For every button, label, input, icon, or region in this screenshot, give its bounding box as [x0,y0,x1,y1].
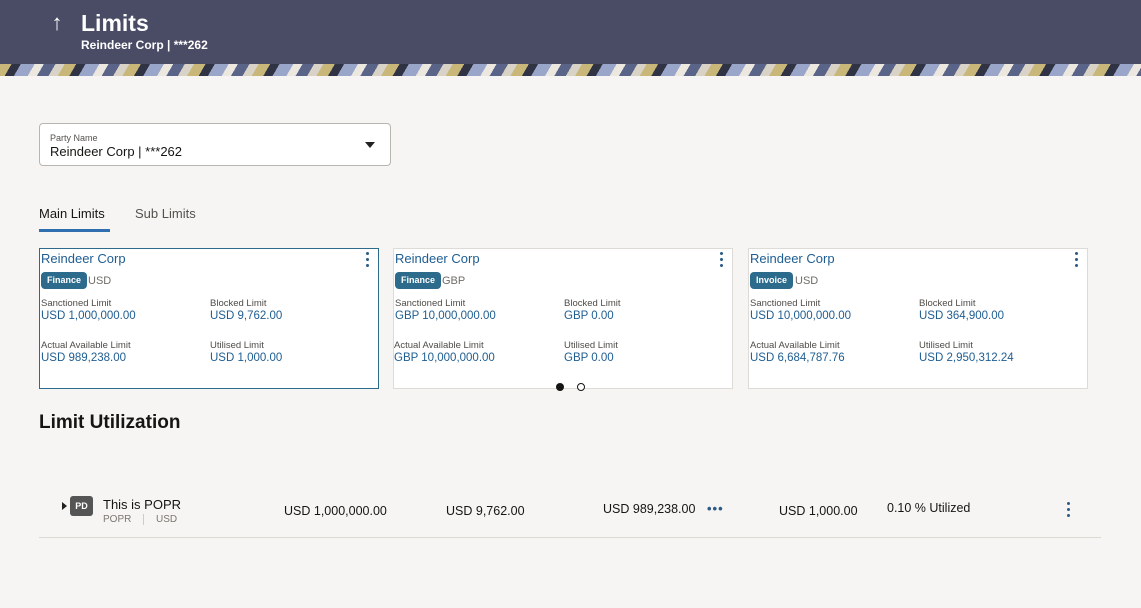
decorative-banner [0,64,1141,76]
sanctioned-limit-value: GBP 10,000,000.00 [395,310,496,322]
available-limit-label: Actual Available Limit [750,340,840,351]
carousel-dot[interactable] [577,383,585,391]
kebab-menu-icon[interactable] [363,252,371,270]
row-currency: USD [156,514,178,525]
page-subtitle: Reindeer Corp | ***262 [81,38,208,52]
card-currency: USD [88,275,112,287]
product-badge: Finance [41,272,88,289]
limit-card[interactable]: Reindeer Corp Finance GBP Sanctioned Lim… [393,248,733,389]
available-limit-label: Actual Available Limit [41,340,131,351]
expand-arrow-icon[interactable] [62,502,67,510]
sanctioned-limit-label: Sanctioned Limit [41,298,112,309]
utilised-limit-label: Utilised Limit [919,340,973,351]
tab-main-limits[interactable]: Main Limits [39,206,105,221]
row-code: POPR [103,514,132,525]
blocked-limit-value: USD 9,762.00 [210,310,283,322]
available-limit-value: GBP 10,000,000.00 [394,352,495,364]
row-available: USD 989,238.00 [603,502,696,516]
card-title[interactable]: Reindeer Corp [750,251,835,266]
utilised-limit-value: USD 1,000.00 [210,352,283,364]
card-title[interactable]: Reindeer Corp [395,251,480,266]
page-title: Limits [81,10,149,36]
row-kebab-menu-icon[interactable] [1064,502,1072,520]
party-name-dropdown[interactable]: Party Name Reindeer Corp | ***262 [39,123,391,166]
available-limit-value: USD 6,684,787.76 [750,352,845,364]
active-tab-indicator [39,229,110,232]
utilised-limit-value: USD 2,950,312.24 [919,352,1014,364]
blocked-limit-value: GBP 0.00 [564,310,614,322]
caret-down-icon [365,142,375,148]
page-header: ↑ Limits Reindeer Corp | ***262 [0,0,1141,64]
sanctioned-limit-label: Sanctioned Limit [395,298,466,309]
card-title[interactable]: Reindeer Corp [41,251,126,266]
kebab-menu-icon[interactable] [717,252,725,270]
utilised-limit-label: Utilised Limit [564,340,618,351]
card-currency: USD [795,275,819,287]
blocked-limit-value: USD 364,900.00 [919,310,1005,322]
row-utilised: USD 1,000.00 [779,504,858,518]
table-row: PD This is POPR POPR USD USD 1,000,000.0… [39,484,1101,538]
party-name-value: Reindeer Corp | ***262 [50,144,183,159]
avatar: PD [70,496,93,516]
row-divider [143,514,144,525]
limit-card[interactable]: Reindeer Corp Invoice USD Sanctioned Lim… [748,248,1088,389]
section-title: Limit Utilization [39,412,181,433]
row-utilized-percent: 0.10 % Utilized [887,501,971,515]
limit-card[interactable]: Reindeer Corp Finance USD Sanctioned Lim… [39,248,379,389]
tab-sub-limits[interactable]: Sub Limits [135,206,196,221]
row-name: This is POPR [103,497,182,512]
utilised-limit-label: Utilised Limit [210,340,264,351]
available-limit-value: USD 989,238.00 [41,352,127,364]
sanctioned-limit-label: Sanctioned Limit [750,298,821,309]
blocked-limit-label: Blocked Limit [919,298,976,309]
row-sanctioned: USD 1,000,000.00 [284,504,387,518]
available-limit-label: Actual Available Limit [394,340,484,351]
sanctioned-limit-value: USD 1,000,000.00 [41,310,136,322]
sanctioned-limit-value: USD 10,000,000.00 [750,310,852,322]
carousel-dot-active[interactable] [556,383,564,391]
party-name-label: Party Name [50,133,98,143]
more-horizontal-icon[interactable]: ••• [707,501,724,516]
back-arrow-icon[interactable]: ↑ [46,10,68,36]
blocked-limit-label: Blocked Limit [210,298,267,309]
product-badge: Invoice [750,272,794,289]
product-badge: Finance [395,272,442,289]
card-currency: GBP [442,275,466,287]
utilised-limit-value: GBP 0.00 [564,352,614,364]
kebab-menu-icon[interactable] [1072,252,1080,270]
row-blocked: USD 9,762.00 [446,504,525,518]
blocked-limit-label: Blocked Limit [564,298,621,309]
